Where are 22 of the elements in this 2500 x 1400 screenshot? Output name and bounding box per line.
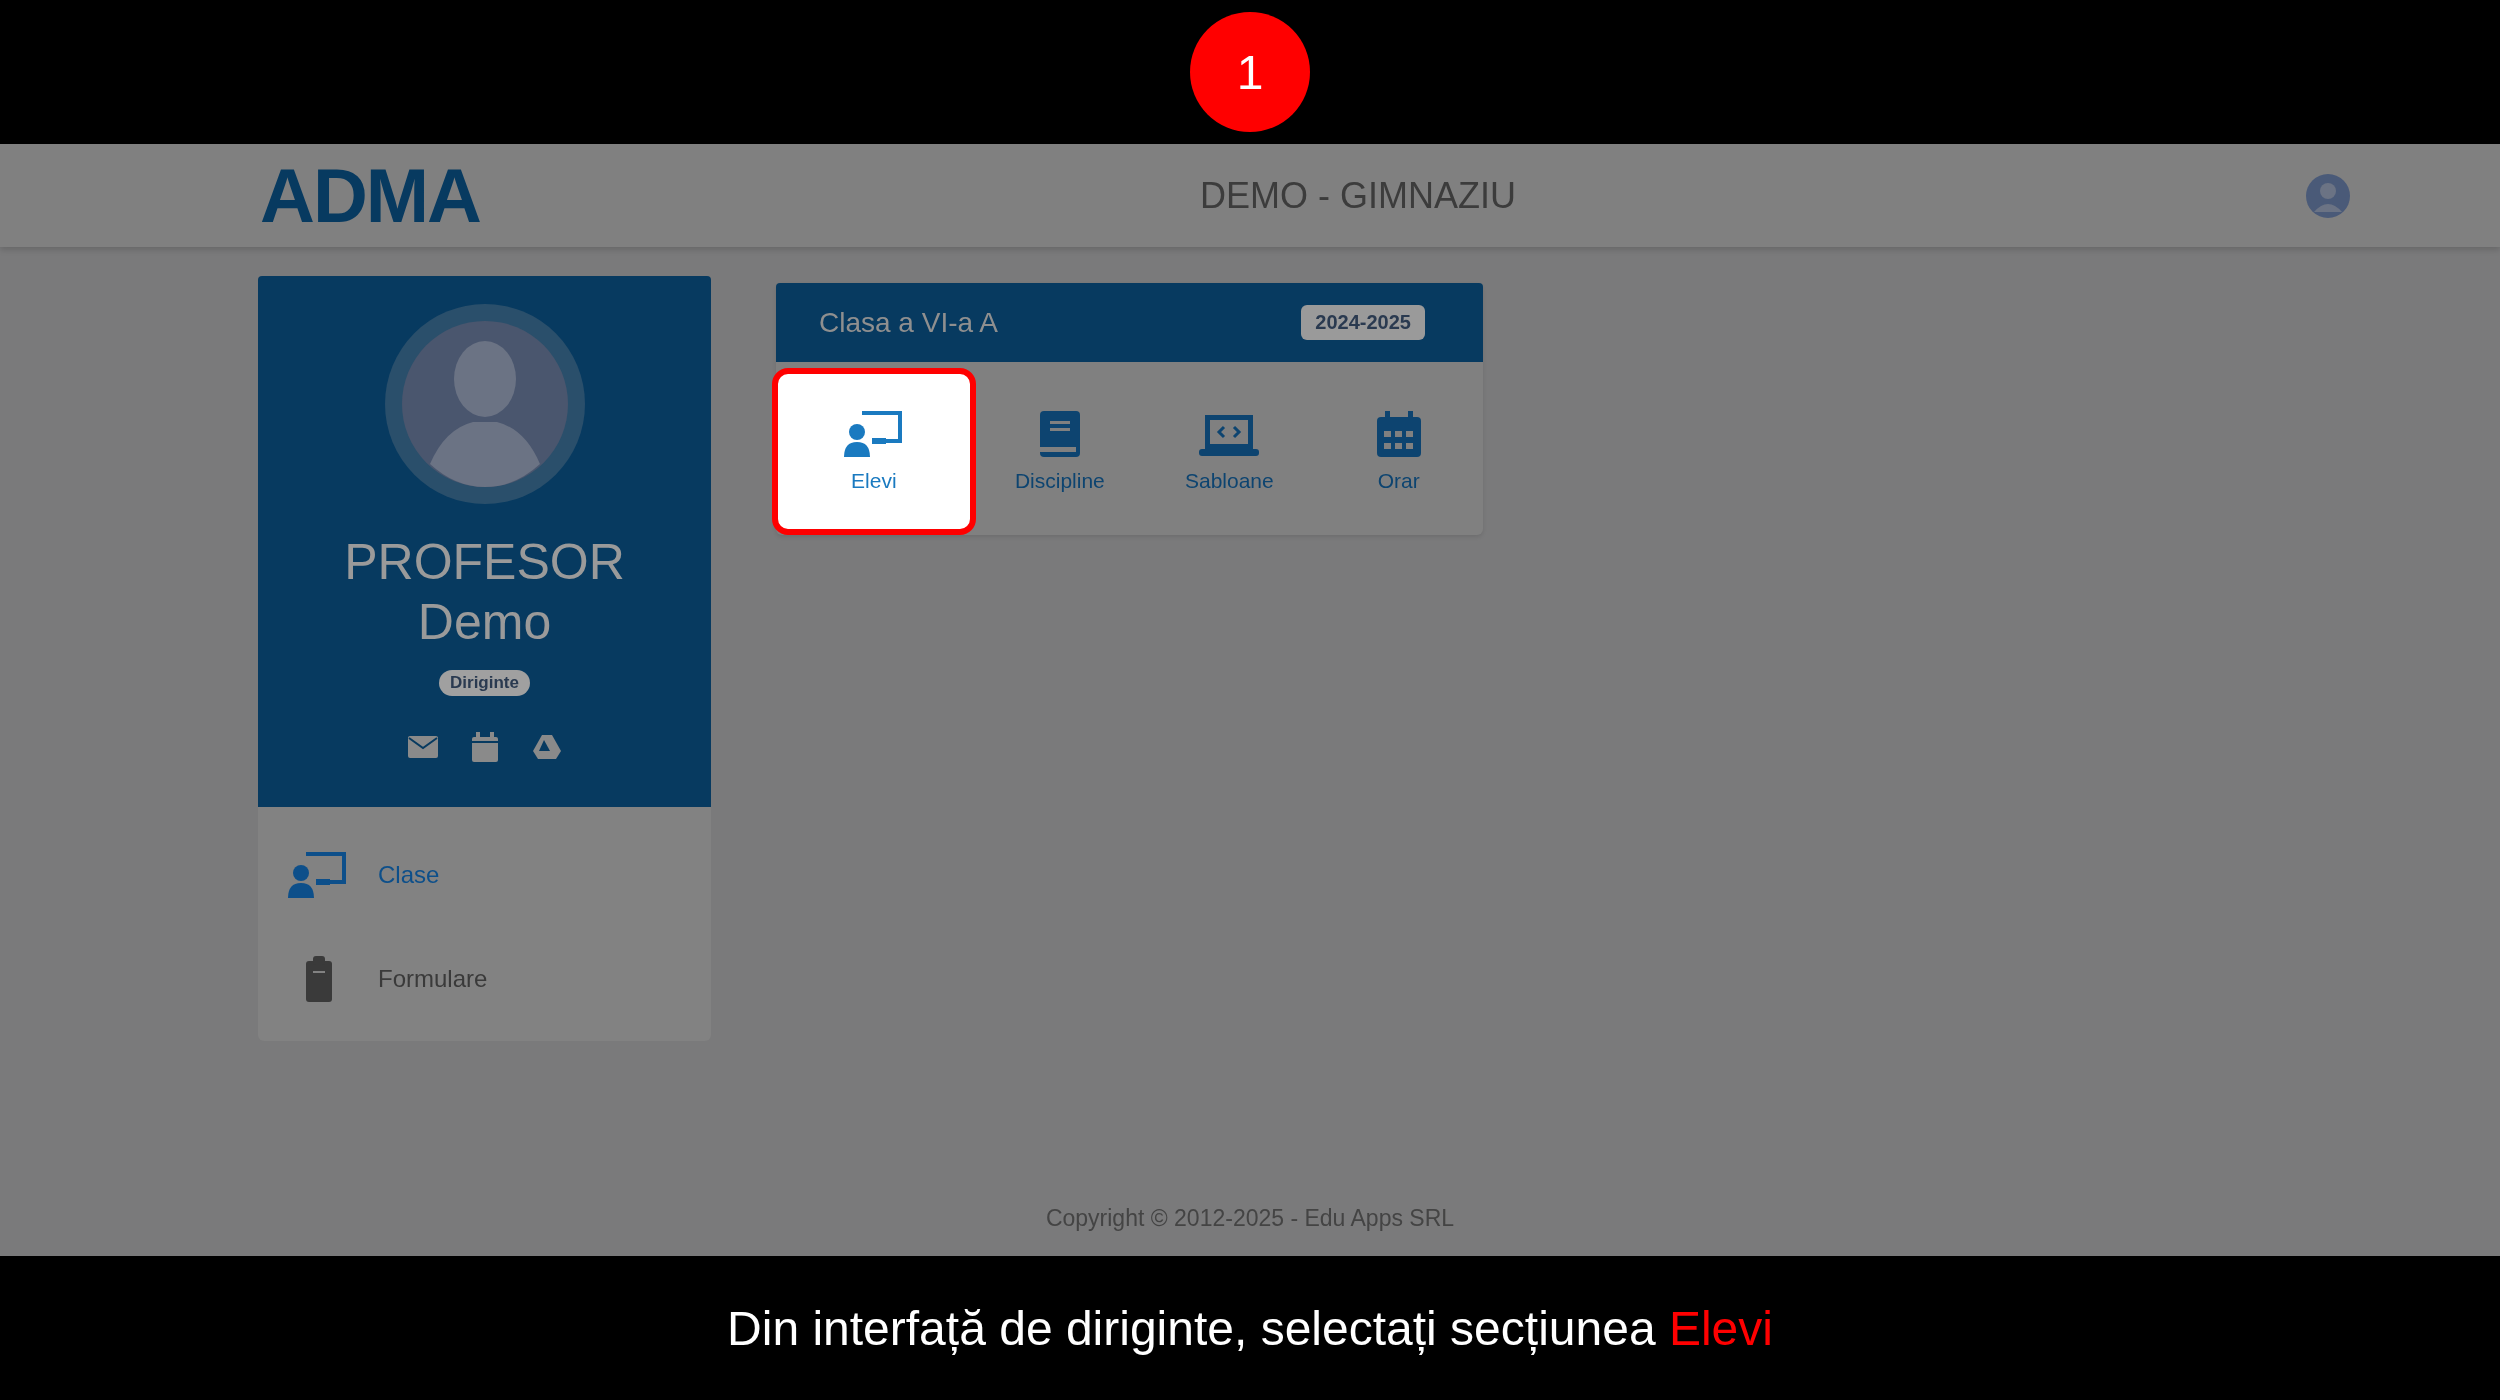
class-tile[interactable]: Discipline	[974, 368, 1146, 535]
caption-text: Din interfață de diriginte, selectați secțiunea Elevi	[727, 1300, 1773, 1356]
class-tile[interactable]: Orar	[1313, 368, 1484, 535]
mail-icon[interactable]	[407, 736, 438, 758]
book-icon	[1037, 410, 1082, 457]
drive-icon[interactable]	[531, 734, 562, 760]
menu-item[interactable]: Formulare	[258, 927, 711, 1031]
class-tile[interactable]: Sabloane	[1144, 368, 1315, 535]
teacher-board-icon	[843, 410, 904, 457]
avatar-silhouette-icon	[384, 304, 585, 504]
class-title: Clasa a VI-a A	[819, 306, 998, 339]
step-number-badge: 1	[1190, 12, 1310, 132]
teacher-name: PROFESOR Demo	[344, 533, 625, 652]
school-title: DEMO - GIMNAZIU	[1199, 174, 1517, 217]
class-tile[interactable]: Elevi	[772, 368, 976, 535]
calendar-icon[interactable]	[471, 732, 498, 762]
menu-item[interactable]: Clase	[258, 823, 711, 927]
year-badge: 2024-2025	[1301, 305, 1425, 340]
calendar-icon	[1376, 410, 1421, 457]
logo[interactable]: ADMA	[260, 152, 500, 239]
role-badge: Diriginte	[439, 670, 530, 696]
teacher-board-icon	[288, 852, 348, 898]
